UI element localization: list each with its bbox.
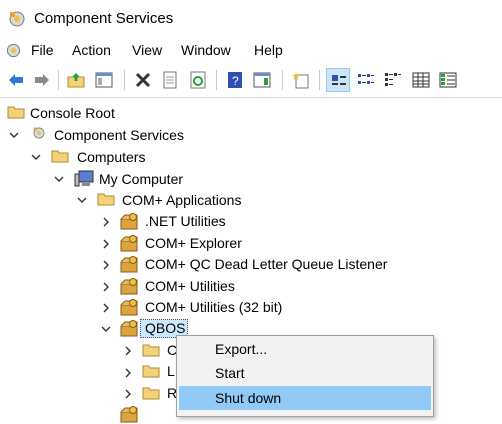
- tree-item-component-services[interactable]: Component Services: [54, 127, 184, 143]
- menu-help[interactable]: Help: [254, 42, 283, 58]
- component-services-icon: [33, 127, 45, 139]
- chevron-right-icon[interactable]: [101, 239, 111, 249]
- chevron-right-icon[interactable]: [123, 389, 133, 399]
- context-menu: Export... Start Shut down: [176, 335, 434, 417]
- chevron-down-icon[interactable]: [31, 152, 41, 162]
- refresh-button[interactable]: [186, 68, 210, 92]
- tree-item-qbos-child[interactable]: L: [167, 363, 175, 379]
- toolbar-separator: [319, 70, 320, 90]
- properties-button[interactable]: [158, 68, 182, 92]
- folder-icon: [7, 106, 25, 119]
- status-view-button[interactable]: [436, 68, 460, 92]
- show-action-pane-button[interactable]: [250, 68, 274, 92]
- chevron-down-icon[interactable]: [9, 130, 19, 140]
- folder-icon: [142, 344, 160, 357]
- com-package-icon: [120, 299, 138, 316]
- folder-icon: [97, 193, 115, 206]
- chevron-right-icon[interactable]: [123, 346, 133, 356]
- list-view-button[interactable]: [381, 68, 405, 92]
- title-bar: Component Services: [0, 0, 502, 38]
- context-menu-label: Shut down: [215, 390, 282, 406]
- tree-item-app[interactable]: COM+ Utilities: [145, 278, 235, 294]
- chevron-right-icon[interactable]: [101, 282, 111, 292]
- chevron-down-icon[interactable]: [101, 324, 111, 334]
- action-pane-icon: [253, 72, 271, 88]
- forward-button[interactable]: [30, 68, 54, 92]
- large-icons-icon: [332, 75, 346, 85]
- menu-action[interactable]: Action: [72, 42, 111, 58]
- com-package-icon: [120, 278, 138, 295]
- tree-item-app[interactable]: .NET Utilities: [145, 213, 226, 229]
- properties-icon: [163, 71, 177, 89]
- toolbar-separator: [216, 70, 217, 90]
- menu-view[interactable]: View: [132, 42, 162, 58]
- com-package-icon: [120, 213, 138, 230]
- chevron-right-icon[interactable]: [101, 260, 111, 270]
- my-computer-icon: [74, 170, 94, 187]
- svg-text:?: ?: [232, 74, 239, 88]
- show-hide-tree-button[interactable]: [92, 68, 116, 92]
- forward-arrow-icon: [35, 74, 49, 86]
- chevron-right-icon[interactable]: [123, 368, 133, 378]
- tree-item-console-root[interactable]: Console Root: [30, 105, 115, 121]
- back-arrow-icon: [9, 74, 23, 86]
- back-button[interactable]: [4, 68, 28, 92]
- folder-icon: [142, 387, 160, 400]
- help-book-icon: ?: [228, 72, 242, 88]
- delete-button[interactable]: [131, 68, 155, 92]
- up-folder-button[interactable]: [64, 68, 88, 92]
- component-services-icon: [9, 11, 25, 27]
- context-menu-start[interactable]: Start: [179, 361, 431, 385]
- tree-item-com-applications[interactable]: COM+ Applications: [122, 192, 241, 208]
- tree-item-app[interactable]: COM+ Explorer: [145, 235, 242, 251]
- folder-icon: [142, 365, 160, 378]
- tree-item-my-computer[interactable]: My Computer: [99, 171, 183, 187]
- window-title: Component Services: [34, 10, 174, 27]
- toolbar-separator: [124, 70, 125, 90]
- refresh-icon: [190, 71, 206, 89]
- tree-item-app[interactable]: COM+ QC Dead Letter Queue Listener: [145, 256, 387, 272]
- context-menu-shut-down[interactable]: Shut down: [179, 386, 431, 410]
- toolbar-separator: [58, 70, 59, 90]
- system-menu-icon[interactable]: [5, 42, 22, 59]
- com-package-icon: [120, 320, 138, 337]
- details-icon: [412, 72, 430, 88]
- com-package-icon: [120, 406, 138, 423]
- help-button[interactable]: ?: [223, 68, 247, 92]
- new-item-icon: [292, 72, 309, 89]
- list-icon: [385, 73, 401, 86]
- small-icons-icon: [358, 74, 374, 84]
- context-menu-label: Export...: [215, 341, 268, 357]
- chevron-right-icon[interactable]: [101, 303, 111, 313]
- console-tree-icon: [95, 72, 113, 88]
- new-button[interactable]: [289, 68, 313, 92]
- menu-bar: File Action View Window Help: [0, 38, 502, 63]
- large-icons-view-button[interactable]: [326, 68, 350, 92]
- menu-window[interactable]: Window: [181, 42, 231, 58]
- delete-x-icon: [135, 72, 151, 88]
- tree-item-computers[interactable]: Computers: [77, 149, 145, 165]
- toolbar: ?: [0, 63, 502, 98]
- details-view-button[interactable]: [409, 68, 433, 92]
- context-menu-label: Start: [215, 365, 245, 381]
- chevron-down-icon[interactable]: [77, 195, 87, 205]
- status-view-icon: [439, 72, 457, 88]
- tree-item-app[interactable]: COM+ Utilities (32 bit): [145, 299, 282, 315]
- tree-item-qbos[interactable]: QBOS: [145, 320, 185, 336]
- com-package-icon: [120, 235, 138, 252]
- up-folder-icon: [67, 73, 85, 88]
- toolbar-separator: [282, 70, 283, 90]
- folder-icon: [51, 150, 69, 163]
- chevron-right-icon[interactable]: [101, 217, 111, 227]
- com-package-icon: [120, 256, 138, 273]
- menu-file[interactable]: File: [31, 42, 54, 58]
- small-icons-view-button[interactable]: [354, 68, 378, 92]
- chevron-down-icon[interactable]: [54, 174, 64, 184]
- context-menu-export[interactable]: Export...: [179, 337, 431, 361]
